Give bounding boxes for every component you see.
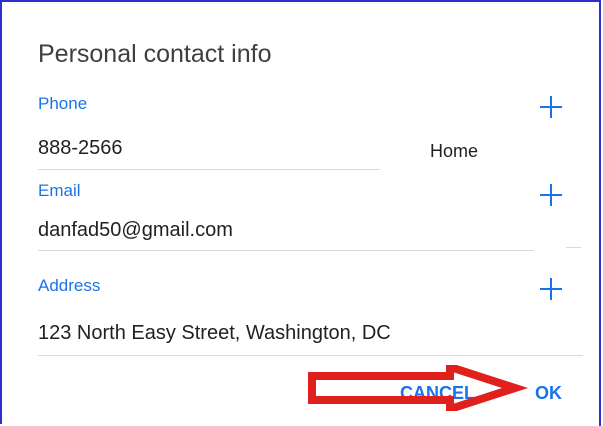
address-label: Address	[38, 276, 101, 295]
ok-button[interactable]: OK	[535, 383, 562, 404]
email-field-underline	[38, 250, 534, 251]
phone-type-select[interactable]: Home	[430, 141, 478, 162]
email-label: Email	[38, 181, 81, 200]
add-email-plus-icon[interactable]	[540, 184, 562, 206]
add-phone-plus-icon[interactable]	[540, 96, 562, 118]
phone-field-underline	[38, 169, 380, 170]
arrow-icon	[308, 365, 529, 411]
address-field-underline	[38, 355, 583, 356]
email-extra-underline	[566, 247, 581, 248]
phone-label: Phone	[38, 94, 88, 113]
add-address-plus-icon[interactable]	[540, 278, 562, 300]
dialog-title: Personal contact info	[38, 40, 272, 68]
email-field[interactable]: danfad50@gmail.com	[38, 219, 233, 242]
phone-field[interactable]: 888-2566	[38, 137, 123, 160]
address-field[interactable]: 123 North Easy Street, Washington, DC	[38, 322, 391, 345]
